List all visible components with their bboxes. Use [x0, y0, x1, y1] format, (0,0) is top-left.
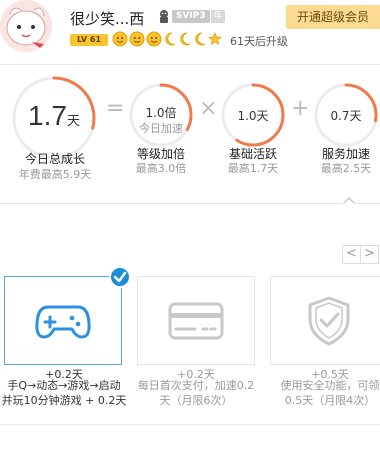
prev-page-button[interactable]: <	[342, 245, 361, 264]
upgrade-svip-button[interactable]: 开通超级会员	[286, 5, 380, 29]
task-description-line: 天（月限6次）	[159, 394, 233, 407]
level-badge: LV 61	[70, 34, 108, 46]
task-description: 每日首次支付，加速0.2 天（月限6次）	[131, 378, 261, 408]
plus-operator: +	[291, 96, 310, 121]
service-boost-value: 0.7天	[330, 109, 362, 123]
gamepad-icon	[35, 305, 91, 338]
task-card-game[interactable]	[4, 276, 122, 365]
profile-header: 很少笑...西 SVIP3 年 开通超级会员 LV 61 61天后升级	[0, 0, 380, 58]
total-growth-unit: 天	[66, 114, 80, 129]
task-description-line: 并玩10分钟游戏 + 0.2天	[1, 394, 127, 407]
base-activity-max: 最高1.7天	[227, 162, 279, 175]
divider	[0, 203, 380, 204]
task-description: 手Q→动态→游戏→启动 并玩10分钟游戏 + 0.2天	[0, 378, 129, 408]
multiplier-gauge: 1.0倍 今日加速	[128, 82, 194, 148]
avatar[interactable]	[0, 0, 58, 52]
base-activity-gauge: 1.0天	[220, 82, 286, 148]
moon-icon	[165, 32, 176, 46]
total-growth-gauge: 1.7天	[10, 74, 98, 162]
task-description: 使用安全功能，可领 0.5天（月限4次）	[265, 378, 380, 408]
total-growth-value: 1.7	[28, 100, 67, 131]
svip-badge: SVIP3	[172, 10, 210, 23]
credit-card-icon	[168, 302, 224, 339]
divider	[0, 424, 380, 425]
divider	[0, 64, 380, 65]
username: 很少笑...西	[70, 10, 145, 28]
service-boost-gauge: 0.7天	[313, 82, 379, 148]
equals-operator: =	[106, 96, 125, 121]
task-description-line: 手Q→动态→游戏→启动	[7, 379, 121, 392]
multiplier-value: 1.0倍	[145, 106, 177, 120]
task-description-line: 0.5天（月限4次）	[284, 394, 376, 407]
svip-crown-icon	[157, 9, 171, 24]
sun-icon	[129, 31, 145, 47]
base-activity-value: 1.0天	[237, 109, 269, 123]
total-growth-max: 年费最高5.9天	[18, 168, 92, 181]
completed-check-icon	[109, 266, 131, 288]
service-boost-max: 最高2.5天	[320, 162, 372, 175]
task-description-line: 每日首次支付，加速0.2	[137, 379, 255, 392]
year-badge: 年	[211, 10, 225, 23]
multiplier-max: 最高3.0倍	[135, 162, 187, 175]
times-operator: ×	[199, 96, 218, 121]
sun-icon	[112, 31, 128, 47]
sun-icon	[146, 31, 162, 47]
task-description-line: 使用安全功能，可领	[280, 379, 380, 392]
star-icon	[208, 32, 222, 46]
level-icons	[112, 31, 223, 48]
caret-up-inner	[344, 199, 354, 204]
moon-icon	[195, 32, 206, 46]
next-page-button[interactable]: >	[360, 245, 379, 264]
total-growth-label: 今日总成长	[24, 152, 85, 166]
multiplier-inner-sub: 今日加速	[139, 122, 183, 135]
shield-check-icon	[308, 296, 350, 345]
moon-icon	[180, 32, 191, 46]
levelup-countdown: 61天后升级	[230, 35, 288, 48]
task-card-security[interactable]	[270, 276, 380, 365]
task-card-payment[interactable]	[137, 276, 255, 365]
